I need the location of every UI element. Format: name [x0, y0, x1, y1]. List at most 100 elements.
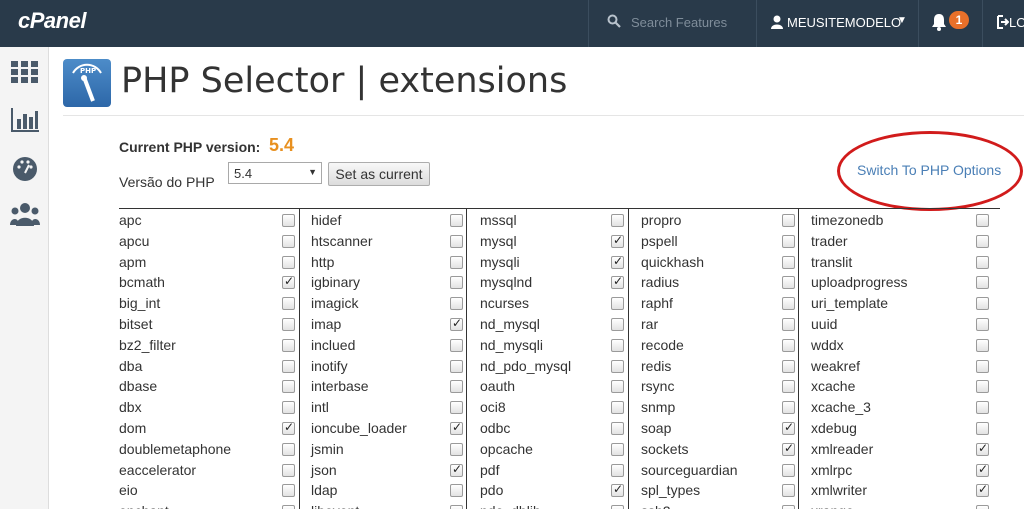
extension-checkbox[interactable]	[450, 420, 463, 435]
extension-checkbox[interactable]	[282, 255, 295, 269]
extension-checkbox[interactable]	[611, 401, 624, 415]
extension-checkbox[interactable]	[611, 482, 624, 498]
extension-checkbox[interactable]	[976, 318, 989, 331]
extension-checkbox[interactable]	[611, 214, 624, 227]
extension-name: igbinary	[311, 274, 361, 291]
extension-checkbox[interactable]	[976, 422, 989, 435]
extension-checkbox[interactable]	[450, 234, 463, 248]
extension-checkbox[interactable]	[450, 380, 463, 394]
extension-name: uri_template	[811, 295, 889, 312]
logout-label: LOGOUT	[1009, 15, 1024, 30]
extension-checkbox[interactable]	[450, 338, 463, 352]
extension-checkbox[interactable]	[450, 297, 463, 311]
extension-checkbox[interactable]	[976, 482, 989, 498]
set-as-current-button[interactable]: Set as current	[328, 162, 430, 186]
extension-checkbox[interactable]	[782, 234, 795, 248]
extension-row: pdo	[480, 480, 634, 501]
search-box[interactable]: Search Features	[588, 0, 756, 47]
extension-checkbox[interactable]	[782, 359, 795, 373]
extension-checkbox[interactable]	[976, 380, 989, 394]
extension-checkbox[interactable]	[611, 338, 624, 352]
search-placeholder[interactable]: Search Features	[631, 15, 727, 30]
extension-checkbox[interactable]	[450, 401, 463, 415]
extension-checkbox[interactable]	[282, 420, 295, 435]
extension-checkbox[interactable]	[976, 359, 989, 373]
switch-to-php-options-link[interactable]: Switch To PHP Options	[857, 162, 1001, 178]
extension-checkbox[interactable]	[611, 380, 624, 394]
extension-checkbox[interactable]	[782, 297, 795, 311]
extension-checkbox[interactable]	[611, 359, 624, 373]
extension-checkbox[interactable]	[782, 276, 795, 290]
notifications-button[interactable]: 1	[918, 0, 982, 47]
extension-checkbox[interactable]	[450, 276, 463, 290]
extension-checkbox[interactable]	[782, 420, 795, 435]
extension-checkbox[interactable]	[282, 297, 295, 311]
extension-row: sourceguardian	[641, 460, 804, 481]
extension-checkbox[interactable]	[282, 380, 295, 394]
extension-checkbox[interactable]	[282, 359, 295, 373]
extension-checkbox[interactable]	[976, 234, 989, 248]
cpanel-logo[interactable]: cPanel	[18, 8, 86, 34]
extension-checkbox[interactable]	[782, 401, 795, 415]
extension-checkbox[interactable]	[282, 234, 295, 248]
extension-checkbox[interactable]	[976, 214, 989, 227]
extension-checkbox[interactable]	[611, 463, 624, 477]
extension-name: xmlreader	[811, 440, 874, 457]
extension-checkbox[interactable]	[450, 505, 463, 509]
extension-checkbox[interactable]	[611, 233, 624, 248]
extension-checkbox[interactable]	[282, 401, 295, 415]
extension-checkbox[interactable]	[450, 484, 463, 498]
extension-checkbox[interactable]	[611, 505, 624, 509]
extension-checkbox[interactable]	[611, 297, 624, 311]
extension-name: mysql	[480, 232, 517, 249]
extension-checkbox[interactable]	[450, 462, 463, 477]
extension-checkbox[interactable]	[282, 214, 295, 227]
logout-button[interactable]: LOGOUT	[982, 0, 1024, 47]
extension-checkbox[interactable]	[976, 462, 989, 477]
extension-checkbox[interactable]	[282, 484, 295, 498]
extension-checkbox[interactable]	[976, 338, 989, 352]
extension-checkbox[interactable]	[282, 505, 295, 509]
extension-checkbox[interactable]	[976, 255, 989, 269]
bar-chart-icon[interactable]	[10, 107, 40, 133]
extension-checkbox[interactable]	[611, 274, 624, 290]
extension-checkbox[interactable]	[976, 297, 989, 311]
extension-checkbox[interactable]	[611, 318, 624, 331]
extension-row: xcache_3	[811, 397, 1000, 418]
extension-checkbox[interactable]	[450, 442, 463, 456]
extension-checkbox[interactable]	[782, 255, 795, 269]
extension-row: bitset	[119, 314, 301, 335]
extension-checkbox[interactable]	[782, 484, 795, 498]
extension-checkbox[interactable]	[282, 318, 295, 331]
extension-checkbox[interactable]	[450, 359, 463, 373]
extension-checkbox[interactable]	[450, 214, 463, 227]
extension-checkbox[interactable]	[782, 214, 795, 227]
extension-checkbox[interactable]	[450, 255, 463, 269]
extension-checkbox[interactable]	[611, 254, 624, 269]
extension-name: weakref	[811, 357, 861, 374]
extension-checkbox[interactable]	[976, 505, 989, 509]
extension-checkbox[interactable]	[782, 338, 795, 352]
extension-checkbox[interactable]	[611, 422, 624, 435]
extension-checkbox[interactable]	[782, 505, 795, 509]
extension-checkbox[interactable]	[782, 463, 795, 477]
extension-checkbox[interactable]	[611, 442, 624, 456]
current-version-label: Current PHP version:	[119, 139, 261, 155]
user-menu[interactable]: MEUSITEMODELO ▼	[756, 0, 918, 47]
extension-checkbox[interactable]	[282, 338, 295, 352]
extension-checkbox[interactable]	[282, 463, 295, 477]
extension-checkbox[interactable]	[976, 276, 989, 290]
users-group-icon[interactable]	[10, 201, 40, 227]
extension-checkbox[interactable]	[782, 441, 795, 456]
extension-checkbox[interactable]	[282, 274, 295, 290]
extension-row: oauth	[480, 376, 634, 397]
extension-checkbox[interactable]	[976, 401, 989, 415]
extension-checkbox[interactable]	[782, 318, 795, 331]
php-version-select[interactable]: 5.4 ▼	[228, 162, 322, 184]
extension-checkbox[interactable]	[282, 442, 295, 456]
extension-checkbox[interactable]	[976, 441, 989, 456]
grid-icon[interactable]	[10, 59, 40, 85]
dashboard-gauge-icon[interactable]	[10, 155, 40, 181]
extension-checkbox[interactable]	[782, 380, 795, 394]
extension-checkbox[interactable]	[450, 316, 463, 331]
